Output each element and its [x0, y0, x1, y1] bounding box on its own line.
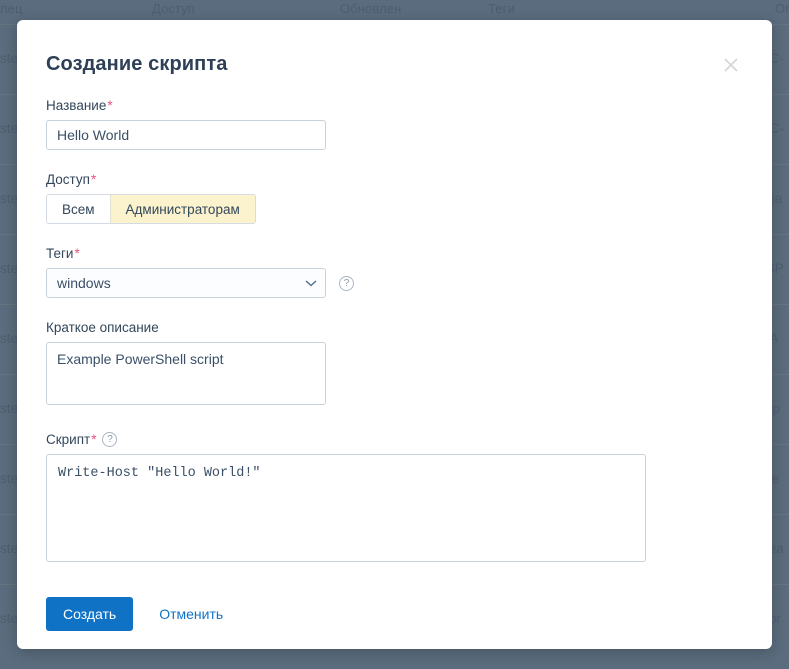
field-tags: Теги* windows ? [46, 246, 743, 298]
description-textarea[interactable] [46, 342, 326, 405]
background-cell-owner: ste [0, 51, 19, 66]
description-label: Краткое описание [46, 320, 743, 335]
background-cell-owner: ste [0, 401, 19, 416]
background-column-header: Теги [488, 1, 515, 16]
dialog-footer: Создать Отменить [46, 597, 743, 631]
access-toggle-group: Всем Администраторам [46, 194, 256, 224]
create-button[interactable]: Создать [46, 597, 134, 631]
required-marker: * [91, 432, 97, 447]
name-label-text: Название [46, 98, 107, 113]
field-name: Название* [46, 98, 743, 150]
background-column-header: Оп [775, 1, 789, 16]
background-cell-owner: ste [0, 191, 19, 206]
tags-label: Теги* [46, 246, 743, 261]
field-access: Доступ* Всем Администраторам [46, 172, 743, 224]
close-icon[interactable] [718, 52, 744, 78]
script-label: Скрипт* ? [46, 432, 743, 447]
background-cell-owner: ste [0, 331, 19, 346]
access-option-everyone[interactable]: Всем [47, 195, 110, 223]
background-cell-owner: ste [0, 541, 19, 556]
background-column-header: Доступ [152, 1, 195, 16]
field-description: Краткое описание [46, 320, 743, 410]
script-textarea[interactable] [46, 454, 646, 562]
background-column-header: Обновлен [340, 1, 402, 16]
background-column-header: лец [0, 1, 23, 16]
description-label-text: Краткое описание [46, 320, 159, 335]
name-label: Название* [46, 98, 743, 113]
page-title: Создание скрипта [46, 53, 228, 75]
required-marker: * [90, 172, 97, 187]
script-help-icon[interactable]: ? [102, 432, 118, 447]
create-script-dialog: Создание скрипта Название* Доступ* Всем … [17, 20, 772, 649]
tags-select[interactable]: windows [46, 268, 326, 298]
background-cell-owner: ste [0, 261, 19, 276]
access-label: Доступ* [46, 172, 743, 187]
tags-select-wrapper: windows [46, 268, 326, 298]
access-option-administrators[interactable]: Администраторам [109, 195, 255, 223]
tags-help-icon[interactable]: ? [339, 275, 354, 291]
background-cell-owner: ste [0, 611, 19, 626]
required-marker: * [107, 98, 113, 113]
cancel-button[interactable]: Отменить [155, 606, 227, 622]
tags-label-text: Теги [46, 246, 74, 261]
access-label-text: Доступ [46, 172, 90, 187]
background-cell-owner: ste [0, 121, 19, 136]
field-script: Скрипт* ? [46, 432, 743, 567]
background-cell-owner: ste [0, 471, 19, 486]
required-marker: * [74, 246, 80, 261]
script-label-text: Скрипт [46, 432, 91, 447]
name-input[interactable] [46, 120, 326, 150]
